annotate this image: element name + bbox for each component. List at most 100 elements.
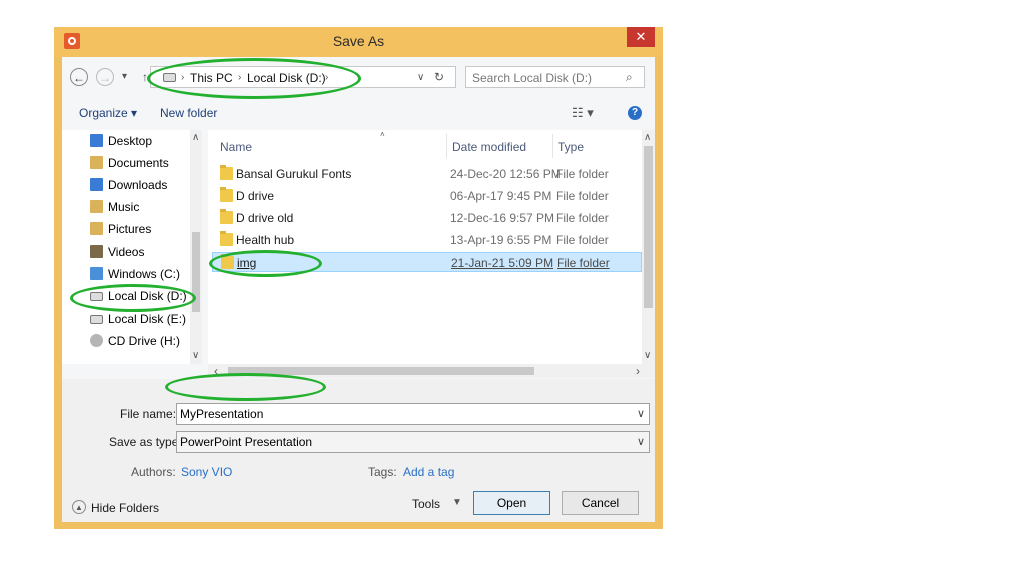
address-dropdown-icon[interactable]: ∨ bbox=[417, 72, 424, 83]
desktop-icon bbox=[90, 134, 103, 147]
nav-item-label: Videos bbox=[108, 245, 145, 259]
scroll-down-icon[interactable]: ∨ bbox=[644, 350, 651, 361]
refresh-icon[interactable]: ↻ bbox=[434, 70, 444, 84]
dialog-title: Save As bbox=[332, 33, 385, 49]
nav-item-label: Local Disk (E:) bbox=[108, 312, 187, 326]
save-as-type-value: PowerPoint Presentation bbox=[180, 435, 313, 449]
scroll-left-icon[interactable]: ‹ bbox=[214, 364, 218, 378]
file-type: File folder bbox=[557, 256, 610, 270]
cd-drive-icon bbox=[90, 334, 103, 347]
save-as-type-select[interactable]: PowerPoint Presentation ∨ bbox=[176, 431, 650, 453]
tags-label: Tags: bbox=[368, 465, 397, 479]
file-list: ˄ Name Date modified Type Bansal Gurukul… bbox=[208, 130, 655, 364]
chevron-right-icon: › bbox=[181, 72, 185, 83]
forward-icon[interactable]: → bbox=[96, 68, 114, 86]
scroll-down-icon[interactable]: ∨ bbox=[192, 350, 199, 361]
add-tag-link[interactable]: Add a tag bbox=[403, 465, 454, 479]
pictures-icon bbox=[90, 222, 103, 235]
scroll-right-icon[interactable]: › bbox=[636, 364, 640, 378]
tools-button[interactable]: Tools bbox=[412, 497, 440, 511]
breadcrumb-this-pc[interactable]: This PC bbox=[190, 71, 233, 85]
nav-item-music[interactable]: Music bbox=[90, 197, 139, 217]
back-icon[interactable]: ← bbox=[70, 68, 88, 86]
drive-icon bbox=[163, 73, 176, 82]
file-date: 12-Dec-16 9:57 PM bbox=[450, 211, 555, 225]
file-name: D drive bbox=[236, 189, 275, 203]
nav-item-cd-drive-h[interactable]: CD Drive (H:) bbox=[90, 331, 180, 351]
videos-icon bbox=[90, 245, 103, 258]
table-row[interactable]: D drive old 12-Dec-16 9:57 PM File folde… bbox=[212, 208, 642, 228]
tools-dropdown-icon[interactable]: ▼ bbox=[452, 497, 462, 508]
recent-locations-icon[interactable]: ▾ bbox=[122, 71, 127, 82]
nav-item-label: Local Disk (D:) bbox=[108, 289, 187, 303]
column-header-name[interactable]: Name bbox=[220, 140, 252, 154]
nav-item-local-disk-e[interactable]: Local Disk (E:) bbox=[90, 309, 186, 329]
drive-icon bbox=[90, 292, 103, 301]
open-button[interactable]: Open bbox=[473, 491, 550, 515]
horizontal-scrollbar-thumb[interactable] bbox=[228, 367, 534, 375]
folder-icon bbox=[220, 231, 233, 246]
file-list-scrollbar-thumb[interactable] bbox=[644, 146, 653, 308]
chevron-down-icon[interactable]: ∨ bbox=[637, 435, 645, 448]
column-divider[interactable] bbox=[552, 134, 553, 158]
new-folder-button[interactable]: New folder bbox=[160, 106, 217, 120]
save-as-dialog: Save As ✕ ← → ▾ ↑ › This PC › Local Disk… bbox=[54, 27, 663, 529]
chevron-right-icon[interactable]: › bbox=[325, 72, 328, 83]
authors-label: Authors: bbox=[131, 465, 176, 479]
nav-item-videos[interactable]: Videos bbox=[90, 242, 144, 262]
column-header-type[interactable]: Type bbox=[558, 140, 584, 154]
table-row[interactable]: Bansal Gurukul Fonts 24-Dec-20 12:56 PM … bbox=[212, 164, 642, 184]
authors-value[interactable]: Sony VIO bbox=[181, 465, 232, 479]
table-row-selected[interactable]: img 21-Jan-21 5:09 PM File folder bbox=[212, 252, 642, 272]
save-form: File name: MyPresentation ∨ Save as type… bbox=[62, 379, 655, 522]
nav-item-label: Music bbox=[108, 200, 140, 214]
nav-item-label: Desktop bbox=[108, 134, 153, 148]
nav-scrollbar[interactable]: ∧ ∨ bbox=[190, 130, 202, 364]
nav-scrollbar-thumb[interactable] bbox=[192, 232, 200, 312]
horizontal-scrollbar[interactable]: ‹ › bbox=[208, 364, 655, 378]
nav-item-desktop[interactable]: Desktop bbox=[90, 131, 152, 151]
collapse-icon[interactable]: ▲ bbox=[72, 500, 86, 514]
nav-item-pictures[interactable]: Pictures bbox=[90, 219, 151, 239]
search-input[interactable]: Search Local Disk (D:) ⌕ bbox=[465, 66, 645, 88]
search-icon[interactable]: ⌕ bbox=[626, 70, 633, 85]
close-button[interactable]: ✕ bbox=[627, 27, 655, 47]
scroll-up-icon[interactable]: ∧ bbox=[644, 132, 651, 143]
documents-icon bbox=[90, 156, 103, 169]
folder-icon bbox=[220, 209, 233, 224]
file-name-value: MyPresentation bbox=[180, 407, 264, 421]
table-row[interactable]: D drive 06-Apr-17 9:45 PM File folder bbox=[212, 186, 642, 206]
dialog-footer: ▲ Hide Folders Tools ▼ Open Cancel bbox=[62, 491, 655, 522]
hide-folders-button[interactable]: Hide Folders bbox=[91, 501, 159, 515]
folder-icon bbox=[221, 254, 234, 269]
save-as-type-label: Save as type: bbox=[109, 435, 182, 449]
command-bar: Organize ▾ New folder ☷ ▾ ? bbox=[62, 97, 655, 129]
file-name: img bbox=[237, 256, 257, 270]
organize-button[interactable]: Organize ▾ bbox=[79, 106, 137, 120]
table-row[interactable]: Health hub 13-Apr-19 6:55 PM File folder bbox=[212, 230, 642, 250]
nav-item-windows-c[interactable]: Windows (C:) bbox=[90, 264, 180, 284]
file-list-scrollbar[interactable]: ∧ ∨ bbox=[642, 130, 655, 364]
view-options-icon[interactable]: ☷ ▾ bbox=[572, 105, 594, 121]
column-header-date-modified[interactable]: Date modified bbox=[452, 140, 526, 154]
file-name: Bansal Gurukul Fonts bbox=[236, 167, 352, 181]
file-name-field[interactable]: MyPresentation ∨ bbox=[176, 403, 650, 425]
breadcrumb-local-disk-d[interactable]: Local Disk (D:) bbox=[247, 71, 326, 85]
scroll-up-icon[interactable]: ∧ bbox=[192, 132, 199, 143]
nav-item-label: Documents bbox=[108, 156, 169, 170]
nav-item-label: CD Drive (H:) bbox=[108, 334, 180, 348]
cancel-button[interactable]: Cancel bbox=[562, 491, 639, 515]
nav-item-documents[interactable]: Documents bbox=[90, 153, 169, 173]
nav-item-downloads[interactable]: Downloads bbox=[90, 175, 167, 195]
title-bar[interactable]: Save As ✕ bbox=[54, 27, 663, 57]
address-bar[interactable]: › This PC › Local Disk (D:) › ∨ ↻ bbox=[150, 66, 456, 88]
file-type: File folder bbox=[556, 167, 609, 181]
help-icon[interactable]: ? bbox=[628, 106, 642, 120]
downloads-icon bbox=[90, 178, 103, 191]
column-divider[interactable] bbox=[446, 134, 447, 158]
navigation-pane: Desktop Documents Downloads Music Pictur… bbox=[62, 130, 202, 364]
chevron-down-icon[interactable]: ∨ bbox=[637, 407, 645, 420]
up-icon[interactable]: ↑ bbox=[142, 70, 148, 84]
nav-item-local-disk-d[interactable]: Local Disk (D:) bbox=[90, 286, 187, 306]
file-name: Health hub bbox=[236, 233, 295, 247]
